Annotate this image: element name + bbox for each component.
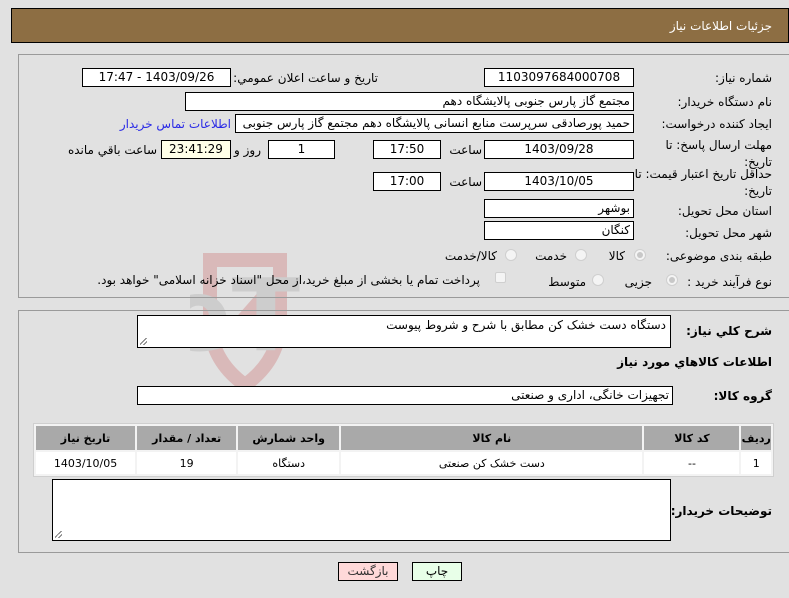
creator-field: حمید پورصادقی سرپرست منابع انسانی پالایش… <box>235 114 634 133</box>
days-label: روز و <box>234 143 261 157</box>
col-name: نام کالا <box>341 426 643 450</box>
print-button[interactable]: چاپ <box>412 562 462 581</box>
items-section-title: اطلاعات کالاهاي مورد نیاز <box>617 355 772 369</box>
category-option-goods: کالا <box>608 249 625 263</box>
process-radio-minor[interactable] <box>666 274 678 286</box>
buyer-label: نام دستگاه خریدار: <box>677 95 773 109</box>
buyer-notes-label: توضیحات خریدار: <box>670 504 772 518</box>
need-number-label: شماره نیاز: <box>715 71 772 85</box>
col-row: ردیف <box>741 426 771 450</box>
buyer-field: مجتمع گاز پارس جنوبی پالایشگاه دهم <box>185 92 634 111</box>
category-radio-goods-service[interactable] <box>505 249 517 261</box>
validity-time-label: ساعت <box>449 175 482 189</box>
treasury-payment-checkbox[interactable] <box>495 272 506 283</box>
items-table: ردیف کد کالا نام کالا واحد شمارش تعداد /… <box>33 423 774 477</box>
process-option-minor: جزیی <box>624 275 652 289</box>
cell-row: 1 <box>741 452 771 474</box>
process-option-medium: متوسط <box>548 275 586 289</box>
days-remaining-field: 1 <box>268 140 335 159</box>
process-label: نوع فرآیند خرید : <box>687 275 772 289</box>
col-date: تاریخ نیاز <box>36 426 136 450</box>
category-radio-goods[interactable] <box>634 249 646 261</box>
group-field: تجهیزات خانگی، اداری و صنعتی <box>137 386 673 405</box>
deadline-time-label: ساعت <box>449 143 482 157</box>
category-option-service: خدمت <box>535 249 567 263</box>
payment-note: پرداخت تمام یا بخشی از مبلغ خرید،از محل … <box>97 273 480 287</box>
category-option-goods-service: کالا/خدمت <box>444 249 497 263</box>
city-field: کنگان <box>484 221 634 240</box>
group-label: گروه کالا: <box>713 389 772 403</box>
deadline-time-field: 17:50 <box>373 140 441 159</box>
need-number-field: 1103097684000708 <box>484 68 634 87</box>
creator-label: ایجاد کننده درخواست: <box>661 117 772 131</box>
validity-label: حداقل تاریخ اعتبار قیمت: تا تاریخ: <box>634 167 772 198</box>
summary-label: شرح کلي نیاز: <box>686 324 772 338</box>
announce-field: 1403/09/26 - 17:47 <box>82 68 231 87</box>
page-title: جزئیات اطلاعات نیاز <box>669 19 772 33</box>
cell-qty: 19 <box>137 452 237 474</box>
validity-date-field: 1403/10/05 <box>484 172 634 191</box>
cell-unit: دستگاه <box>238 452 340 474</box>
page-header: جزئیات اطلاعات نیاز <box>11 8 789 43</box>
province-label: استان محل تحویل: <box>677 204 772 218</box>
deadline-date-field: 1403/09/28 <box>484 140 634 159</box>
back-button[interactable]: بازگشت <box>338 562 398 581</box>
items-table-header: ردیف کد کالا نام کالا واحد شمارش تعداد /… <box>36 426 771 450</box>
buyer-notes-textarea[interactable] <box>52 479 671 541</box>
col-unit: واحد شمارش <box>238 426 340 450</box>
announce-label: تاریخ و ساعت اعلان عمومي: <box>233 71 378 85</box>
city-label: شهر محل تحویل: <box>685 226 772 240</box>
category-radio-service[interactable] <box>575 249 587 261</box>
time-remaining-field: 23:41:29 <box>161 140 231 159</box>
time-remaining-label: ساعت باقي مانده <box>67 143 157 157</box>
cell-code: -- <box>644 452 740 474</box>
category-label: طبقه بندی موضوعی: <box>665 249 772 263</box>
cell-date: 1403/10/05 <box>36 452 136 474</box>
process-radio-medium[interactable] <box>592 274 604 286</box>
summary-textarea[interactable]: دستگاه دست خشک کن مطابق با شرح و شروط پی… <box>137 315 671 348</box>
col-qty: تعداد / مقدار <box>137 426 237 450</box>
resize-grip-icon[interactable] <box>55 531 62 538</box>
summary-text: دستگاه دست خشک کن مطابق با شرح و شروط پی… <box>386 318 666 332</box>
validity-time-field: 17:00 <box>373 172 441 191</box>
resize-grip-icon[interactable] <box>140 338 147 345</box>
cell-name: دست خشک کن صنعتی <box>341 452 643 474</box>
col-code: کد کالا <box>644 426 740 450</box>
table-row: 1 -- دست خشک کن صنعتی دستگاه 19 1403/10/… <box>36 452 771 474</box>
buyer-contact-link[interactable]: اطلاعات تماس خریدار <box>120 117 231 131</box>
province-field: بوشهر <box>484 199 634 218</box>
